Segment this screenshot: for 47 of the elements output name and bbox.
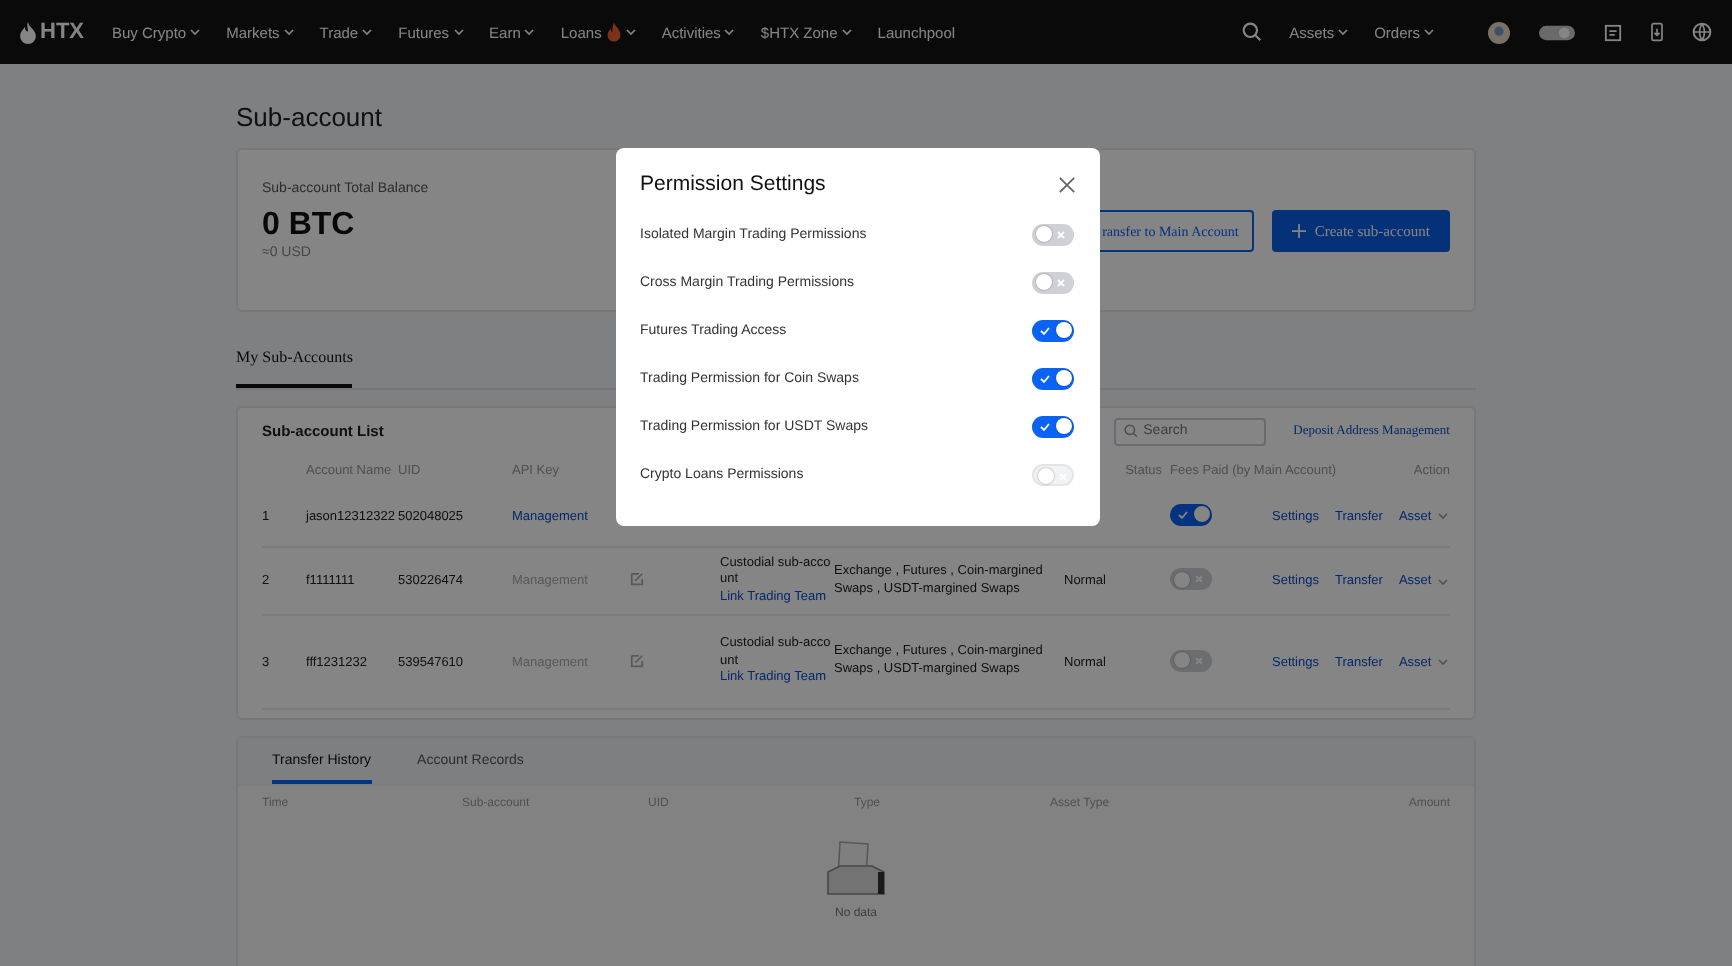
flame-logo-icon xyxy=(20,21,36,43)
switch-icon[interactable] xyxy=(1538,23,1576,41)
permission-toggle[interactable] xyxy=(1032,367,1074,389)
empty-inbox-icon xyxy=(822,838,890,898)
flame-icon xyxy=(605,22,622,42)
caret-icon xyxy=(1338,28,1349,36)
check-icon xyxy=(1039,421,1049,431)
fees-paid-toggle[interactable] xyxy=(1170,649,1212,671)
search-icon[interactable] xyxy=(1241,22,1262,42)
permission-toggle[interactable] xyxy=(1032,415,1074,437)
cross-icon xyxy=(1056,229,1066,239)
cross-icon xyxy=(1058,471,1068,481)
caret-icon xyxy=(625,28,636,36)
permission-toggle[interactable] xyxy=(1032,271,1074,293)
check-icon xyxy=(1177,509,1187,519)
caret-icon xyxy=(283,28,294,36)
search-icon xyxy=(1123,424,1138,438)
phone-icon[interactable] xyxy=(1650,22,1664,42)
caret-icon xyxy=(1424,28,1434,36)
caret-icon xyxy=(841,28,852,36)
caret-icon xyxy=(1437,512,1448,520)
document-icon[interactable] xyxy=(1604,23,1622,41)
fees-paid-toggle[interactable] xyxy=(1170,503,1212,525)
permission-toggle[interactable] xyxy=(1032,223,1074,245)
cross-icon xyxy=(1194,655,1204,665)
caret-icon xyxy=(190,28,201,36)
caret-icon xyxy=(724,28,735,36)
caret-icon xyxy=(1437,658,1448,666)
caret-icon xyxy=(524,28,535,36)
fees-paid-toggle[interactable] xyxy=(1170,568,1212,590)
close-icon[interactable] xyxy=(1058,175,1076,193)
dialog-title: Permission Settings xyxy=(640,172,826,196)
caret-icon xyxy=(1437,577,1448,585)
page-title: Sub-account xyxy=(236,100,384,136)
balance-amount: 0 BTC xyxy=(262,208,357,244)
check-icon xyxy=(1039,373,1049,383)
cross-icon xyxy=(1194,574,1204,584)
globe-icon[interactable] xyxy=(1692,22,1712,42)
check-icon xyxy=(1039,325,1049,335)
permission-toggle[interactable] xyxy=(1032,319,1074,341)
cross-icon xyxy=(1056,277,1066,287)
caret-icon xyxy=(362,28,373,36)
plus-icon xyxy=(1292,224,1307,238)
section-tab[interactable]: My Sub-Accounts xyxy=(236,340,353,388)
caret-icon xyxy=(453,28,464,36)
avatar-icon[interactable] xyxy=(1488,21,1510,43)
htx-logo[interactable]: HTX xyxy=(20,20,84,44)
